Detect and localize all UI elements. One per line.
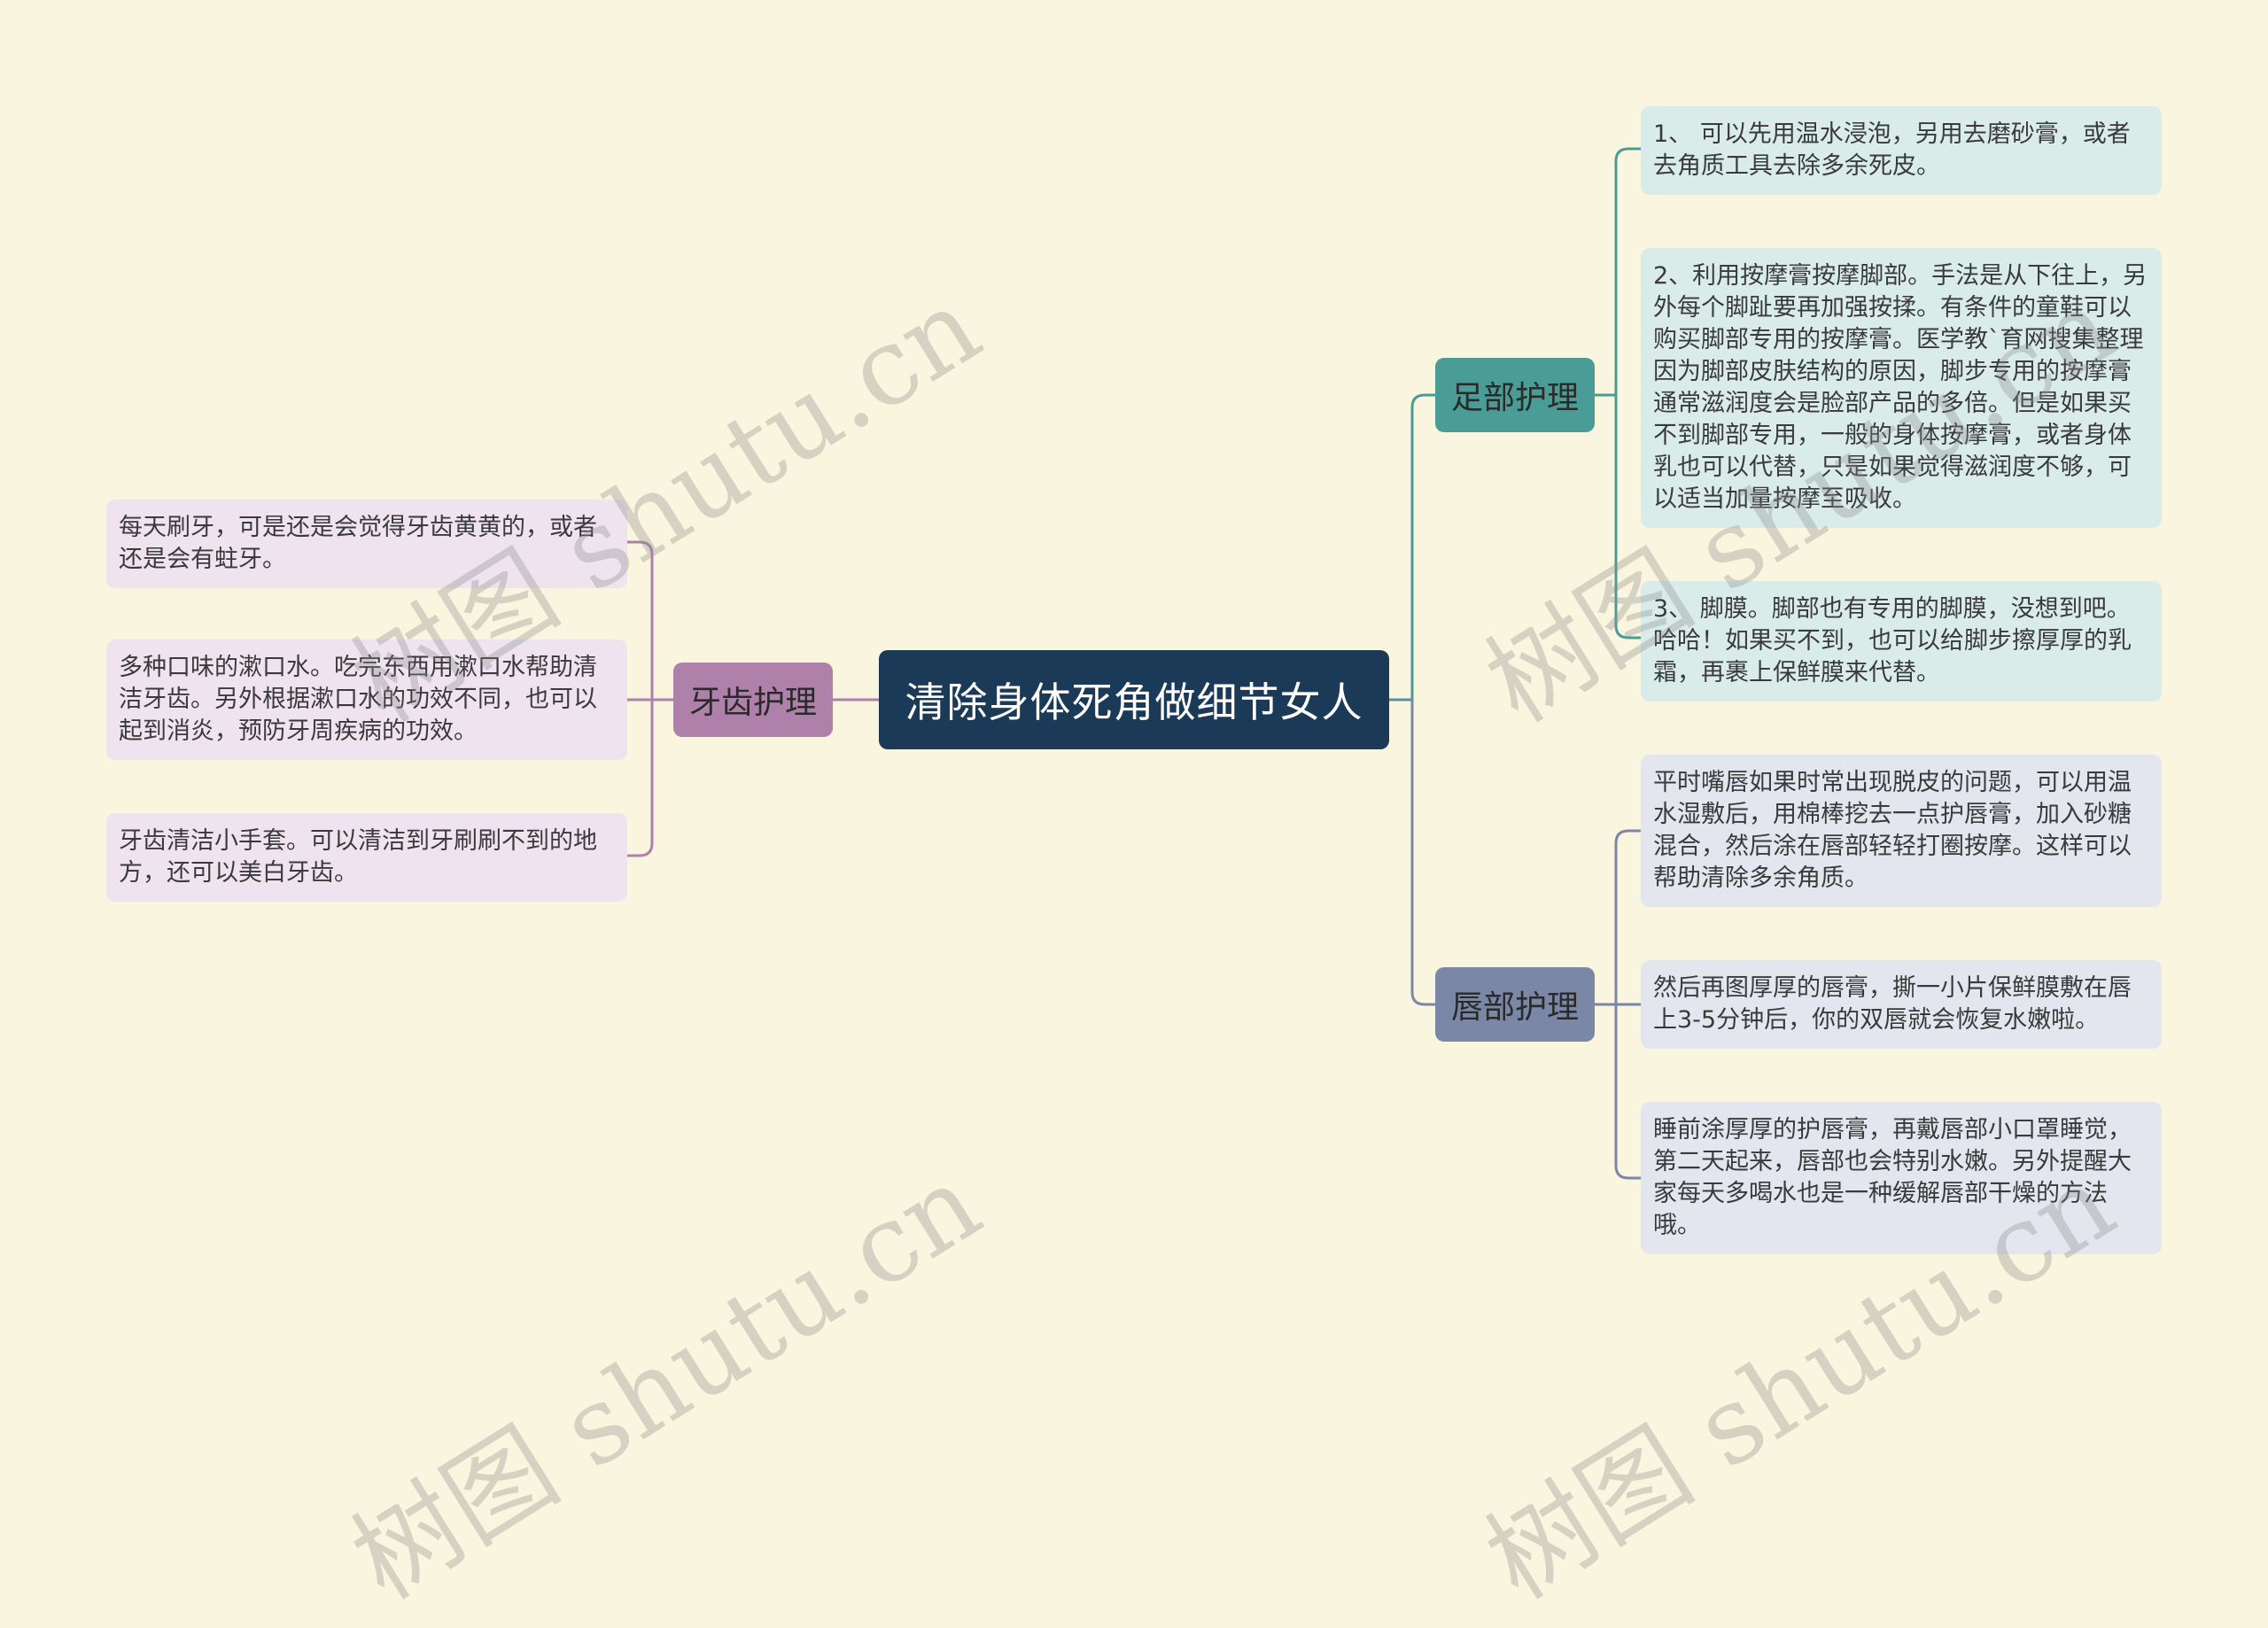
leaf-foot-2[interactable]: 2、利用按摩膏按摩脚部。手法是从下往上，另外每个脚趾要再加强按揉。有条件的童鞋可… (1641, 248, 2162, 528)
leaf-foot-3[interactable]: 3、 脚膜。脚部也有专用的脚膜，没想到吧。哈哈！如果买不到，也可以给脚步擦厚厚的… (1641, 581, 2162, 702)
connector-teeth-leaves (627, 540, 673, 857)
branch-lip-care[interactable]: 唇部护理 (1435, 967, 1595, 1042)
branch-foot-care[interactable]: 足部护理 (1435, 358, 1595, 432)
leaf-teeth-3[interactable]: 牙齿清洁小手套。可以清洁到牙刷刷不到的地方，还可以美白牙齿。 (106, 813, 627, 902)
leaf-teeth-2[interactable]: 多种口味的漱口水。吃完东西用漱口水帮助清洁牙齿。另外根据漱口水的功效不同，也可以… (106, 640, 627, 760)
connector-right-trunk-foot (1410, 393, 1435, 700)
connector-right-trunk-lips (1410, 700, 1435, 1006)
leaf-foot-1[interactable]: 1、 可以先用温水浸泡，另用去磨砂膏，或者去角质工具去除多余死皮。 (1641, 106, 2162, 195)
connector-foot-leaves (1595, 147, 1641, 640)
connector-lips-leaves (1595, 829, 1641, 1180)
leaf-lips-1[interactable]: 平时嘴唇如果时常出现脱皮的问题，可以用温水湿敷后，用棉棒挖去一点护唇膏，加入砂糖… (1641, 755, 2162, 907)
leaf-lips-2[interactable]: 然后再图厚厚的唇膏，撕一小片保鲜膜敷在唇上3-5分钟后，你的双唇就会恢复水嫩啦。 (1641, 960, 2162, 1049)
leaf-lips-3[interactable]: 睡前涂厚厚的护唇膏，再戴唇部小口罩睡觉，第二天起来，唇部也会特别水嫩。另外提醒大… (1641, 1102, 2162, 1254)
branch-teeth-care[interactable]: 牙齿护理 (673, 663, 833, 737)
root-topic[interactable]: 清除身体死角做细节女人 (879, 650, 1389, 749)
leaf-teeth-1[interactable]: 每天刷牙，可是还是会觉得牙齿黄黄的，或者还是会有蛀牙。 (106, 500, 627, 588)
